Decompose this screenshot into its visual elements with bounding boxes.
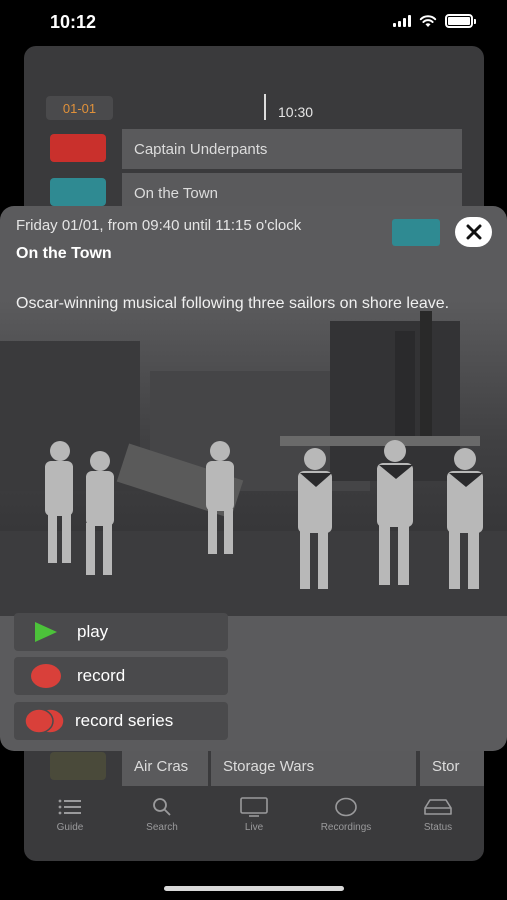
- channel-logo[interactable]: [50, 134, 106, 162]
- play-label: play: [77, 622, 109, 641]
- channel-logo[interactable]: [50, 752, 106, 780]
- status-icons: [393, 14, 476, 28]
- program-cell[interactable]: Captain Underpants: [122, 129, 462, 169]
- tab-recordings[interactable]: Recordings: [300, 788, 392, 848]
- record-label: record: [77, 666, 126, 685]
- play-icon: [35, 622, 57, 642]
- tab-label: Guide: [56, 822, 84, 833]
- hard-drive-icon: [424, 796, 452, 818]
- tab-live[interactable]: Live: [208, 788, 300, 848]
- record-button[interactable]: record: [14, 657, 228, 695]
- tab-bar: Guide Search Live Recordings Status: [24, 788, 484, 848]
- channel-logo: [392, 219, 440, 246]
- tab-label: Live: [244, 822, 264, 833]
- time-marker-line: [264, 94, 266, 120]
- close-button[interactable]: [455, 217, 492, 247]
- program-description: Oscar-winning musical following three sa…: [16, 295, 450, 312]
- tab-label: Search: [146, 822, 178, 833]
- play-button[interactable]: play: [14, 613, 228, 651]
- tab-label: Recordings: [320, 822, 372, 833]
- status-time: 10:12: [50, 12, 97, 32]
- record-series-icon: [24, 708, 65, 734]
- program-still-image: [0, 301, 507, 616]
- time-marker-label: 10:30: [278, 104, 314, 120]
- program-cell[interactable]: Stor: [420, 746, 484, 786]
- recordings-icon: [335, 796, 357, 818]
- record-series-label: record series: [75, 711, 174, 730]
- close-icon: [466, 224, 481, 240]
- status-bar: 10:12: [0, 0, 507, 46]
- record-icon: [31, 664, 61, 688]
- program-title: On the Town: [16, 245, 112, 262]
- app-screen: 10:12 01-01 10:30 Captain Underpants On …: [0, 0, 507, 900]
- tab-search[interactable]: Search: [116, 788, 208, 848]
- wifi-icon: [419, 15, 437, 27]
- program-cell[interactable]: Air Cras: [122, 746, 208, 786]
- home-indicator[interactable]: [164, 886, 344, 891]
- date-selector[interactable]: 01-01: [46, 96, 113, 120]
- battery-icon: [445, 14, 476, 28]
- tab-label: Status: [423, 822, 453, 833]
- tv-icon: [240, 796, 268, 818]
- program-detail-modal: Friday 01/01, from 09:40 until 11:15 o'c…: [0, 206, 507, 751]
- tab-status[interactable]: Status: [392, 788, 484, 848]
- cellular-signal-icon: [393, 15, 411, 27]
- schedule-text: Friday 01/01, from 09:40 until 11:15 o'c…: [16, 217, 302, 234]
- list-icon: [58, 796, 82, 818]
- program-cell[interactable]: Storage Wars: [211, 746, 416, 786]
- channel-logo[interactable]: [50, 178, 106, 206]
- record-series-button[interactable]: record series: [14, 702, 228, 740]
- tab-guide[interactable]: Guide: [24, 788, 116, 848]
- search-icon: [152, 796, 172, 818]
